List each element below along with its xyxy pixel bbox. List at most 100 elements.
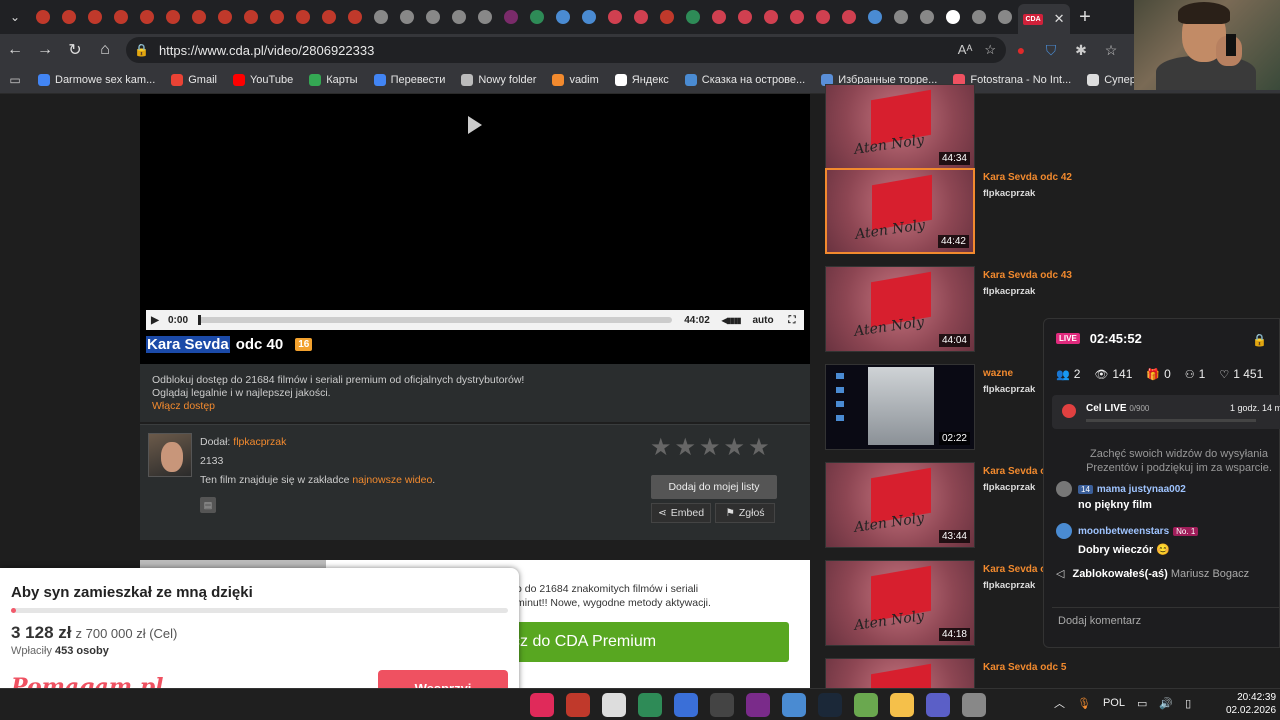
taskbar-app-icon[interactable] (602, 693, 626, 717)
taskbar-app-icon[interactable] (530, 693, 554, 717)
tab-search-icon[interactable]: ⌄ (0, 2, 30, 32)
bookmark-item[interactable]: Gmail (163, 73, 225, 86)
bookmark-item[interactable]: Перевести (366, 73, 454, 86)
browser-tab[interactable] (108, 4, 134, 30)
taskbar-app-icon[interactable] (818, 693, 842, 717)
uploader-avatar[interactable] (148, 433, 192, 477)
battery-icon[interactable]: ▯ (1185, 697, 1191, 710)
play-overlay-icon[interactable] (468, 116, 482, 134)
browser-tab[interactable] (966, 4, 992, 30)
browser-tab[interactable] (576, 4, 602, 30)
video-thumbnail[interactable]: Aten Noly 44:34 (825, 84, 975, 170)
browser-tab[interactable] (888, 4, 914, 30)
language-indicator[interactable]: POL (1103, 697, 1125, 709)
browser-tab[interactable] (862, 4, 888, 30)
taskbar-app-icon[interactable] (746, 693, 770, 717)
browser-tab[interactable] (316, 4, 342, 30)
bookmark-item[interactable]: Nowy folder (453, 73, 544, 86)
browser-tab[interactable] (56, 4, 82, 30)
related-video-author[interactable]: flpkacprzak (983, 384, 1035, 395)
comment-input[interactable]: Dodaj komentarz (1052, 607, 1280, 635)
browser-tab[interactable] (446, 4, 472, 30)
bookmark-item[interactable]: Яндекс (607, 73, 677, 86)
related-video-title[interactable]: Kara Sevda odc 43 (983, 270, 1072, 281)
related-video-title[interactable]: wazne (983, 368, 1013, 379)
seek-knob[interactable] (198, 315, 201, 325)
browser-tab[interactable] (368, 4, 394, 30)
browser-tab[interactable] (758, 4, 784, 30)
browser-tab[interactable] (264, 4, 290, 30)
taskbar-app-icon[interactable] (962, 693, 986, 717)
browser-tab[interactable] (82, 4, 108, 30)
related-video-title[interactable]: Kara Sevda odc 42 (983, 172, 1072, 183)
quality-selector[interactable]: auto (746, 315, 780, 326)
chevron-up-icon[interactable]: ︿ (1054, 695, 1065, 711)
taskbar-app-icon[interactable] (674, 693, 698, 717)
apps-icon[interactable]: ▭ (0, 73, 30, 87)
video-thumbnail[interactable]: Aten Noly 44:18 (825, 560, 975, 646)
back-icon[interactable]: ← (0, 41, 30, 59)
bookmark-item[interactable]: Карты (301, 73, 365, 86)
browser-tab[interactable] (940, 4, 966, 30)
reload-icon[interactable]: ↻ (60, 40, 90, 60)
taskbar-app-icon[interactable] (638, 693, 662, 717)
related-video-author[interactable]: flpkacprzak (983, 580, 1035, 591)
rating-stars[interactable]: ★★★★★ (650, 433, 773, 462)
browser-tab[interactable] (212, 4, 238, 30)
address-bar[interactable]: 🔒 https://www.cda.pl/video/2806922333 Aᴬ… (126, 37, 1006, 63)
related-video-item[interactable]: Aten Noly 44:42 Kara Sevda odc 42 flpkacprz… (824, 168, 1124, 258)
comment-icon[interactable]: ▤ (200, 497, 216, 513)
browser-tab[interactable] (134, 4, 160, 30)
close-tab-icon[interactable]: ✕ (1054, 11, 1065, 27)
network-icon[interactable]: ▭ (1137, 697, 1147, 710)
browser-tab[interactable] (342, 4, 368, 30)
related-video-author[interactable]: flpkacprzak (983, 286, 1035, 297)
browser-tab[interactable] (394, 4, 420, 30)
related-video-author[interactable]: flpkacprzak (983, 482, 1035, 493)
taskbar-app-icon[interactable] (926, 693, 950, 717)
taskbar-app-icon[interactable] (566, 693, 590, 717)
add-to-list-button[interactable]: Dodaj do mojej listy (651, 475, 777, 499)
new-tab-button[interactable]: + (1070, 6, 1100, 29)
browser-tab[interactable] (160, 4, 186, 30)
related-video-item[interactable]: Aten Noly 44:34 (824, 84, 1124, 174)
fullscreen-icon[interactable]: ⛶ (780, 315, 804, 326)
volume-icon[interactable]: 🔊 (1159, 697, 1173, 710)
clock[interactable]: 20:42:39 02.02.2026 (1226, 691, 1276, 717)
video-thumbnail[interactable]: Aten Noly 43:44 (825, 462, 975, 548)
browser-tab[interactable] (238, 4, 264, 30)
browser-tab[interactable] (602, 4, 628, 30)
browser-tab[interactable] (992, 4, 1018, 30)
browser-tab[interactable] (784, 4, 810, 30)
video-thumbnail[interactable]: Aten Noly 44:42 (825, 168, 975, 254)
enable-access-link[interactable]: Włącz dostęp (152, 400, 215, 412)
browser-tab[interactable] (498, 4, 524, 30)
site-info-icon[interactable]: 🔒 (134, 43, 149, 57)
uploader-name-link[interactable]: flpkacprzak (233, 436, 286, 448)
chat-username[interactable]: mama justynaa002 (1097, 484, 1186, 495)
browser-tab[interactable] (810, 4, 836, 30)
browser-tab[interactable] (524, 4, 550, 30)
home-icon[interactable]: ⌂ (90, 41, 120, 59)
premium-cta-button[interactable]: cz do CDA Premium (500, 622, 789, 662)
favorite-star-icon[interactable]: ☆ (984, 42, 996, 58)
extension-shield-blue-icon[interactable]: ⛉ (1036, 42, 1066, 59)
taskbar-app-icon[interactable] (782, 693, 806, 717)
read-aloud-icon[interactable]: Aᴬ (958, 42, 973, 58)
extensions-icon[interactable]: ✱ (1066, 42, 1096, 59)
browser-tab[interactable] (654, 4, 680, 30)
browser-tab[interactable] (914, 4, 940, 30)
browser-tab[interactable] (472, 4, 498, 30)
bookmark-item[interactable]: Darmowe sex kam... (30, 73, 163, 86)
category-link[interactable]: najnowsze wideo (352, 474, 432, 486)
taskbar-app-icon[interactable] (710, 693, 734, 717)
browser-tab[interactable] (186, 4, 212, 30)
report-button[interactable]: ⚑ Zgłoś (715, 503, 775, 523)
bookmark-item[interactable]: YouTube (225, 73, 301, 86)
lock-icon[interactable]: 🔒 (1252, 333, 1267, 347)
taskbar-app-icon[interactable] (854, 693, 878, 717)
video-player[interactable]: ▶ 0:00 44:02 ◀▮▮▮▮ auto ⛶ Kara Sevda odc… (140, 94, 810, 364)
browser-tab[interactable] (836, 4, 862, 30)
related-video-title[interactable]: Kara Sevda odc 5 (983, 662, 1066, 673)
browser-tab[interactable] (30, 4, 56, 30)
